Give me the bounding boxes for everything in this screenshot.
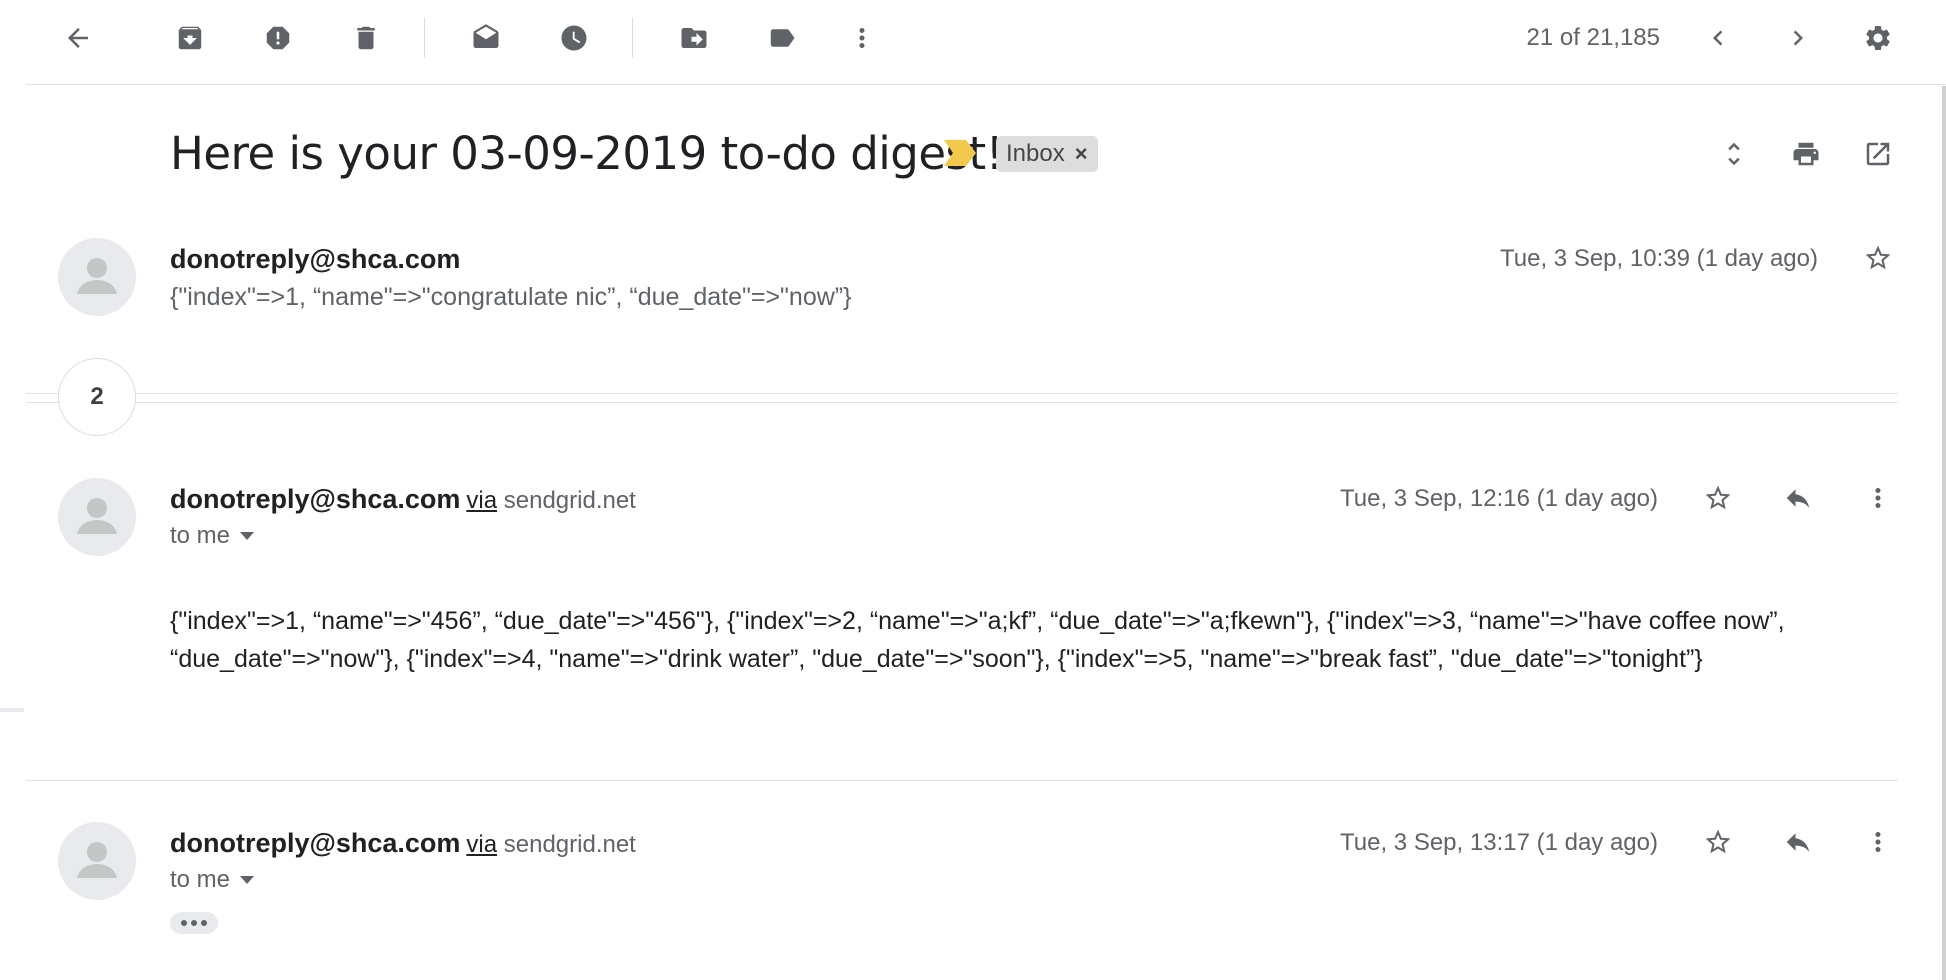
- remove-label-button[interactable]: ×: [1075, 141, 1088, 167]
- move-to-button[interactable]: [670, 14, 718, 62]
- reply-icon: [1786, 833, 1810, 852]
- via-domain: sendgrid.net: [503, 487, 636, 514]
- reply-button[interactable]: [1774, 474, 1822, 522]
- via-label[interactable]: via: [466, 831, 497, 858]
- snooze-button[interactable]: [550, 14, 598, 62]
- older-button[interactable]: [1774, 14, 1822, 62]
- open-new-window-button[interactable]: [1854, 130, 1902, 178]
- archive-button[interactable]: [166, 14, 214, 62]
- expand-all-button[interactable]: [1710, 130, 1758, 178]
- star-button[interactable]: [1854, 234, 1902, 282]
- newer-button[interactable]: [1694, 14, 1742, 62]
- delete-button[interactable]: [342, 14, 390, 62]
- unfold-icon: [1728, 142, 1740, 166]
- archive-icon: [178, 26, 202, 50]
- back-button[interactable]: [54, 14, 102, 62]
- message-more-button[interactable]: [1854, 818, 1902, 866]
- more-icon: [1875, 832, 1881, 852]
- chevron-right-icon: [1793, 30, 1803, 46]
- thread-subject: Here is your 03-09-2019 to-do digest!: [170, 127, 1004, 180]
- message-divider: [26, 780, 1898, 781]
- toolbar-divider-line: [26, 84, 1946, 85]
- star-button[interactable]: [1694, 474, 1742, 522]
- snooze-icon: [561, 25, 587, 51]
- toolbar-divider: [632, 18, 633, 58]
- avatar: [58, 822, 136, 900]
- label-text: Inbox: [1006, 140, 1065, 167]
- mark-unread-button[interactable]: [462, 14, 510, 62]
- star-outline-icon: [1705, 829, 1731, 854]
- recipient-details-toggle[interactable]: to me: [170, 866, 255, 894]
- sender-name[interactable]: donotreply@shca.com: [170, 828, 460, 858]
- message-counter: 21 of 21,185: [1526, 24, 1660, 51]
- report-spam-icon: [266, 26, 290, 50]
- reply-icon: [1786, 489, 1810, 508]
- message-body: {"index"=>1, “name"=>"456”, “due_date"=>…: [170, 607, 1785, 673]
- recipient-details-toggle[interactable]: to me: [170, 522, 255, 550]
- move-to-icon: [681, 28, 707, 48]
- collapsed-divider-bottom: [26, 402, 1898, 403]
- sender-line: donotreply@shca.com via sendgrid.net: [170, 828, 636, 859]
- print-icon: [1793, 142, 1819, 166]
- sender-name[interactable]: donotreply@shca.com: [170, 244, 460, 275]
- star-outline-icon: [1705, 485, 1731, 510]
- message-date: Tue, 3 Sep, 10:39 (1 day ago): [1500, 245, 1818, 272]
- reply-button[interactable]: [1774, 818, 1822, 866]
- left-edge-marker: [0, 708, 24, 712]
- report-spam-button[interactable]: [254, 14, 302, 62]
- avatar: [58, 238, 136, 316]
- caret-down-icon: [240, 876, 255, 884]
- show-trimmed-content-button[interactable]: [170, 912, 218, 934]
- important-marker-icon[interactable]: [944, 140, 976, 166]
- caret-down-icon: [240, 532, 255, 540]
- back-icon: [68, 28, 88, 48]
- avatar: [58, 478, 136, 556]
- mark-unread-icon: [473, 24, 499, 48]
- star-outline-icon: [1865, 245, 1891, 270]
- open-in-new-icon: [1866, 142, 1890, 166]
- recipient-label: to me: [170, 866, 231, 893]
- more-actions-button[interactable]: [838, 14, 886, 62]
- toolbar-divider: [424, 18, 425, 58]
- message-more-button[interactable]: [1854, 474, 1902, 522]
- recipient-label: to me: [170, 522, 231, 549]
- collapsed-divider-top: [26, 393, 1898, 394]
- delete-icon: [357, 26, 375, 50]
- gear-icon: [1866, 25, 1890, 50]
- inbox-label-chip: Inbox ×: [996, 136, 1098, 172]
- message-date: Tue, 3 Sep, 12:16 (1 day ago): [1340, 485, 1658, 512]
- sender-line: donotreply@shca.com via sendgrid.net: [170, 484, 636, 515]
- more-icon: [859, 28, 865, 48]
- via-domain: sendgrid.net: [503, 831, 636, 858]
- sender-name[interactable]: donotreply@shca.com: [170, 484, 460, 514]
- label-button[interactable]: [758, 14, 806, 62]
- scrollbar[interactable]: [1942, 86, 1946, 980]
- label-icon: [770, 29, 795, 47]
- collapsed-messages-count[interactable]: 2: [58, 358, 136, 436]
- star-button[interactable]: [1694, 818, 1742, 866]
- settings-button[interactable]: [1854, 14, 1902, 62]
- chevron-left-icon: [1713, 30, 1723, 46]
- print-button[interactable]: [1782, 130, 1830, 178]
- more-icon: [1875, 488, 1881, 508]
- message-date: Tue, 3 Sep, 13:17 (1 day ago): [1340, 829, 1658, 856]
- message-snippet[interactable]: {"index"=>1, “name"=>"congratulate nic”,…: [170, 283, 851, 312]
- via-label[interactable]: via: [466, 487, 497, 514]
